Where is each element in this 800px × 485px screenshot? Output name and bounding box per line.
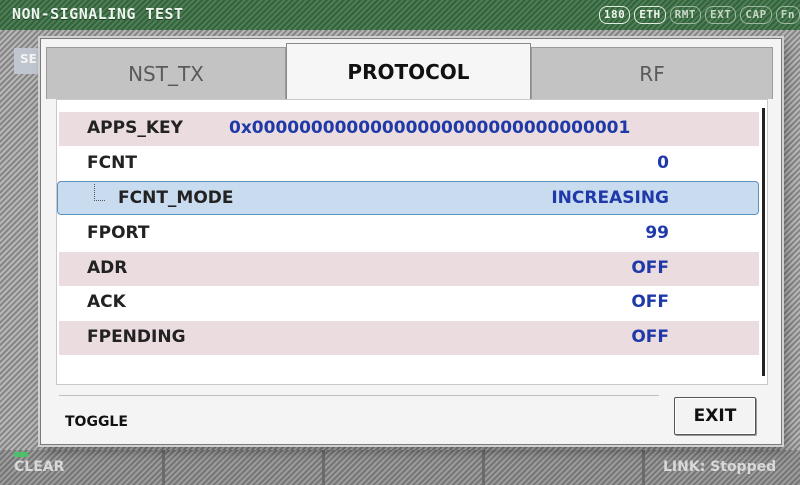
window-title: NON-SIGNALING TEST	[12, 5, 184, 23]
param-label: FPORT	[87, 223, 150, 243]
param-row-apps-key[interactable]: APPS_KEY 0x00000000000000000000000000000…	[59, 112, 759, 146]
divider	[59, 395, 659, 396]
hint-text: TOGGLE	[65, 414, 128, 430]
indicator-rmt: RMT	[669, 6, 701, 24]
param-label: FCNT_MODE	[118, 188, 234, 208]
link-status-label: LINK: Stopped	[663, 459, 777, 475]
tab-nst-tx-label: NST_TX	[128, 61, 204, 86]
softkey-2[interactable]	[165, 450, 325, 485]
protocol-dialog: NST_TX PROTOCOL RF APPS_KEY 0x0000000000…	[40, 38, 782, 445]
tab-rf[interactable]: RF	[531, 47, 773, 99]
status-indicators: 180 ETH RMT EXT CAP Fn	[598, 6, 800, 24]
param-label: FCNT	[87, 153, 137, 173]
clear-label: CLEAR	[14, 459, 65, 475]
param-label: FPENDING	[87, 327, 186, 347]
exit-label: EXIT	[693, 406, 737, 426]
param-value: OFF	[631, 258, 669, 278]
param-row-ack[interactable]: ACK OFF	[59, 286, 759, 320]
link-status: LINK: Stopped	[645, 450, 800, 485]
param-row-fport[interactable]: FPORT 99	[59, 217, 759, 251]
indicator-cap: CAP	[740, 6, 772, 24]
param-label: ADR	[87, 258, 128, 278]
list-scrollbar[interactable]	[762, 104, 766, 380]
param-label: APPS_KEY	[87, 118, 183, 138]
softkey-3[interactable]	[325, 450, 485, 485]
softkey-bar: CLEAR LINK: Stopped	[0, 450, 800, 485]
tab-nst-tx[interactable]: NST_TX	[46, 47, 286, 99]
param-value: INCREASING	[551, 188, 669, 208]
indicator-180: 180	[598, 6, 631, 24]
exit-button[interactable]: EXIT	[674, 397, 756, 435]
param-value: 0x00000000000000000000000000000001	[229, 118, 631, 138]
tab-protocol-label: PROTOCOL	[347, 59, 470, 84]
tab-protocol[interactable]: PROTOCOL	[286, 43, 531, 99]
param-row-fcnt-mode[interactable]: FCNT_MODE INCREASING	[57, 181, 759, 215]
param-value: 99	[645, 223, 669, 243]
param-value: OFF	[631, 327, 669, 347]
title-bar: NON-SIGNALING TEST 180 ETH RMT EXT CAP F…	[0, 0, 800, 30]
indicator-fn: Fn	[775, 6, 800, 24]
indicator-ext: EXT	[705, 6, 737, 24]
status-led	[14, 452, 28, 457]
param-row-fcnt[interactable]: FCNT 0	[59, 147, 759, 181]
param-row-fpending[interactable]: FPENDING OFF	[59, 321, 759, 355]
parameter-list: APPS_KEY 0x00000000000000000000000000000…	[56, 99, 768, 385]
dialog-tabs: NST_TX PROTOCOL RF	[46, 43, 773, 99]
param-row-adr[interactable]: ADR OFF	[59, 252, 759, 286]
param-label: ACK	[87, 292, 126, 312]
scrollbar-thumb[interactable]	[762, 108, 765, 376]
param-value: OFF	[631, 292, 669, 312]
tab-rf-label: RF	[639, 61, 665, 86]
indicator-eth: ETH	[634, 6, 666, 24]
tree-branch-icon	[94, 184, 105, 201]
softkey-4[interactable]	[485, 450, 645, 485]
param-value: 0	[657, 153, 669, 173]
